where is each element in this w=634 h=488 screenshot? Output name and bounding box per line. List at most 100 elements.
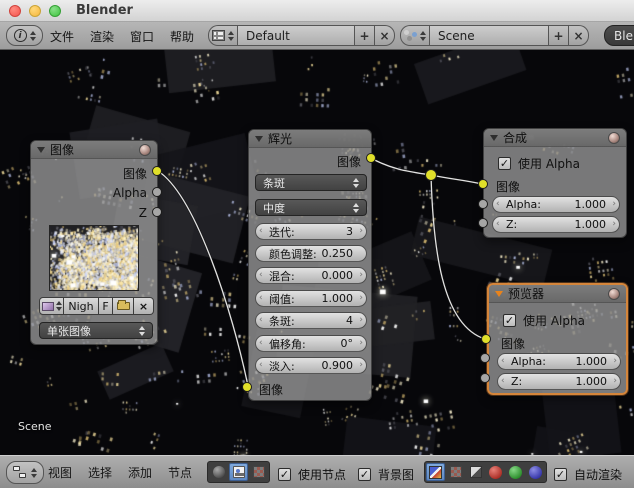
preview-sphere-icon[interactable] xyxy=(608,288,620,300)
preview-sphere-icon[interactable] xyxy=(139,144,151,156)
composite-node[interactable]: 合成 ✓ 使用 Alpha 图像 ‹Alpha: 1.000› ‹Z: 1.00… xyxy=(483,128,627,238)
slider-label: Alpha: xyxy=(506,198,541,211)
menu-view[interactable]: 视图 xyxy=(40,464,80,481)
unlink-image-button[interactable]: × xyxy=(134,297,154,315)
viewer-node-header[interactable]: 预览器 xyxy=(489,285,626,303)
minimize-window-button[interactable] xyxy=(29,5,41,17)
green-channel-icon xyxy=(509,466,522,479)
input-image-label: 图像 xyxy=(486,178,626,195)
image-icon xyxy=(42,302,54,311)
use-alpha-checkbox[interactable]: ✓ xyxy=(498,157,511,170)
zoom-window-button[interactable] xyxy=(49,5,61,17)
use-nodes-row: ✓ 使用节点 xyxy=(278,466,346,483)
scene-icon xyxy=(404,30,417,41)
color-modulation-slider[interactable]: 颜色调整: 0.250 xyxy=(255,245,367,262)
image-source-dropdown[interactable]: 单张图像 xyxy=(39,322,153,339)
node-editor-header: 视图 选择 添加 节点 ✓ 使用节点 ✓ 背景图 ✓ 自动渲染 xyxy=(0,455,634,488)
scene-selector: Scene + × xyxy=(400,25,589,46)
menu-render[interactable]: 渲染 xyxy=(82,28,122,45)
backdrop-checkbox[interactable]: ✓ xyxy=(358,468,371,481)
use-nodes-checkbox[interactable]: ✓ xyxy=(278,468,291,481)
slider-value: 0° xyxy=(341,337,354,350)
close-window-button[interactable] xyxy=(9,5,21,17)
collapse-triangle-icon[interactable] xyxy=(37,147,45,153)
streaks-slider[interactable]: ‹条斑: 4› xyxy=(255,312,367,329)
output-image-label: 图像 xyxy=(31,165,157,182)
channel-blue-button[interactable] xyxy=(526,463,545,481)
slider-label: Alpha: xyxy=(511,355,546,368)
add-scene-button[interactable]: + xyxy=(549,25,569,46)
alpha-slider[interactable]: ‹Alpha: 1.000› xyxy=(497,353,621,370)
channel-alpha-button[interactable] xyxy=(446,463,465,481)
auto-render-row: ✓ 自动渲染 xyxy=(554,466,622,483)
collapse-triangle-icon[interactable] xyxy=(495,291,503,297)
info-header: i 文件 渲染 窗口 帮助 Default + × Scene xyxy=(0,22,634,50)
compositing-nodes-button[interactable] xyxy=(229,463,248,481)
glare-quality-dropdown[interactable]: 中度 xyxy=(255,199,367,216)
material-sphere-icon xyxy=(213,466,225,478)
menu-add[interactable]: 添加 xyxy=(120,464,160,481)
channel-green-button[interactable] xyxy=(506,463,525,481)
composite-node-header[interactable]: 合成 xyxy=(484,129,626,147)
channel-split-button[interactable] xyxy=(466,463,485,481)
use-alpha-row: ✓ 使用 Alpha xyxy=(498,155,580,172)
backdrop-label: 背景图 xyxy=(378,466,414,483)
menu-file[interactable]: 文件 xyxy=(42,28,82,45)
alpha-slider[interactable]: ‹Alpha: 1.000› xyxy=(492,196,620,213)
editor-type-selector[interactable] xyxy=(6,461,44,484)
viewer-node[interactable]: 预览器 ✓ 使用 Alpha 图像 ‹Alpha: 1.000› ‹Z: 1.0… xyxy=(487,283,628,395)
use-alpha-row: ✓ 使用 Alpha xyxy=(503,312,585,329)
compositing-icon xyxy=(233,466,245,478)
scene-browse-button[interactable] xyxy=(400,25,429,46)
image-node-header[interactable]: 图像 xyxy=(31,141,157,159)
use-alpha-checkbox[interactable]: ✓ xyxy=(503,314,516,327)
z-slider[interactable]: ‹Z: 1.000› xyxy=(497,373,621,390)
image-node[interactable]: 图像 图像 Alpha Z Nigh F × 单张图像 xyxy=(30,140,158,345)
slider-value: 1.000 xyxy=(576,355,608,368)
collapse-triangle-icon[interactable] xyxy=(255,136,263,142)
titlebar: Blender xyxy=(0,0,634,22)
menu-node[interactable]: 节点 xyxy=(160,464,200,481)
image-name-field[interactable]: Nigh xyxy=(64,297,99,315)
scene-name-field[interactable]: Scene xyxy=(429,25,549,46)
chevron-updown-icon xyxy=(139,326,145,336)
output-alpha-label: Alpha xyxy=(31,186,157,200)
screen-layout-name-field[interactable]: Default xyxy=(237,25,355,46)
image-datablock-row: Nigh F × xyxy=(39,297,154,315)
node-editor-canvas[interactable]: Scene 图像 图像 Alpha Z Nigh F xyxy=(0,50,634,455)
tree-type-buttons xyxy=(207,461,270,483)
editor-type-selector[interactable]: i xyxy=(6,25,43,46)
auto-render-checkbox[interactable]: ✓ xyxy=(554,468,567,481)
glare-node[interactable]: 辉光 图像 条斑 中度 ‹迭代: 3› 颜色调整: 0.250 ‹混合: 0.0… xyxy=(248,129,372,401)
channel-red-button[interactable] xyxy=(486,463,505,481)
collapse-triangle-icon[interactable] xyxy=(490,135,498,141)
slider-value: 1.000 xyxy=(576,375,608,388)
delete-scene-button[interactable]: × xyxy=(569,25,589,46)
fade-slider[interactable]: ‹淡入: 0.900› xyxy=(255,357,367,374)
channel-color-alpha-button[interactable] xyxy=(426,463,445,481)
node-editor-icon xyxy=(13,466,28,479)
glare-type-dropdown[interactable]: 条斑 xyxy=(255,174,367,191)
iterations-slider[interactable]: ‹迭代: 3› xyxy=(255,223,367,240)
texture-nodes-button[interactable] xyxy=(249,463,268,481)
delete-layout-button[interactable]: × xyxy=(375,25,395,46)
fake-user-button[interactable]: F xyxy=(99,297,113,315)
render-engine-selector[interactable]: Ble xyxy=(604,25,634,46)
menu-select[interactable]: 选择 xyxy=(80,464,120,481)
screen-layout-browse-button[interactable] xyxy=(208,25,237,46)
open-image-button[interactable] xyxy=(113,297,134,315)
use-alpha-label: 使用 Alpha xyxy=(518,155,580,172)
shader-nodes-button[interactable] xyxy=(209,463,228,481)
slider-value: 4 xyxy=(346,314,353,327)
add-layout-button[interactable]: + xyxy=(355,25,375,46)
glare-quality-value: 中度 xyxy=(263,200,285,216)
preview-sphere-icon[interactable] xyxy=(608,132,620,144)
image-browse-button[interactable] xyxy=(39,297,64,315)
threshold-slider[interactable]: ‹阈值: 1.000› xyxy=(255,290,367,307)
mix-slider[interactable]: ‹混合: 0.000› xyxy=(255,267,367,284)
menu-window[interactable]: 窗口 xyxy=(122,28,162,45)
angle-offset-slider[interactable]: ‹偏移角: 0°› xyxy=(255,335,367,352)
menu-help[interactable]: 帮助 xyxy=(162,28,202,45)
z-slider[interactable]: ‹Z: 1.000› xyxy=(492,216,620,233)
glare-node-header[interactable]: 辉光 xyxy=(249,130,371,148)
